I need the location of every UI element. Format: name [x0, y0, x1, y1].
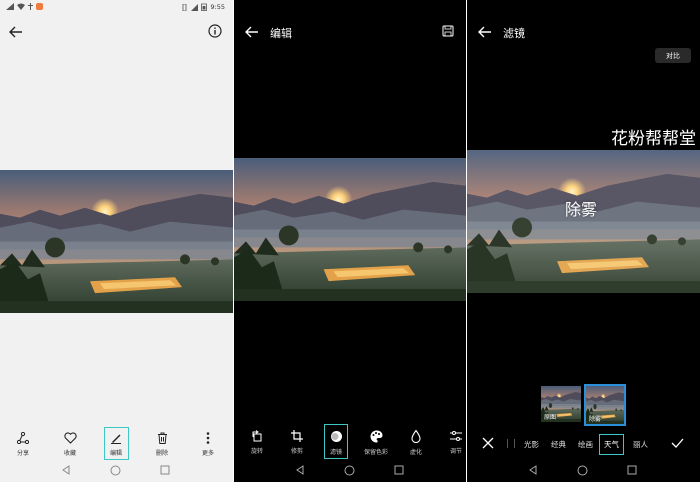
- color-retain-button[interactable]: 保留色彩: [359, 430, 393, 456]
- wifi-icon: [17, 3, 25, 10]
- nav-recents-icon[interactable]: [160, 465, 170, 475]
- category-classic[interactable]: 经典: [551, 439, 566, 450]
- system-nav-bar: [467, 463, 700, 479]
- rotate-button[interactable]: 旋转: [240, 430, 274, 455]
- status-bar: 9:55: [0, 0, 233, 14]
- crop-label: 修剪: [290, 448, 303, 455]
- share-label: 分享: [16, 450, 29, 457]
- back-arrow-icon[interactable]: [477, 24, 493, 40]
- scroll-edge-indicator: [507, 439, 515, 448]
- info-icon[interactable]: [207, 23, 223, 39]
- watermark-text: 花粉帮帮堂: [611, 129, 696, 149]
- favorite-label: 收藏: [63, 450, 76, 457]
- share-icon: [17, 432, 29, 444]
- adjust-label: 调节: [449, 448, 462, 455]
- gallery-view-panel: 9:55 分享 收藏 编辑 删除 更多: [0, 0, 233, 482]
- nav-home-icon[interactable]: [110, 465, 121, 476]
- nav-recents-icon[interactable]: [394, 465, 404, 475]
- filter-thumb-dehaze[interactable]: 除雾: [584, 384, 626, 426]
- filter-name-overlay: 除雾: [565, 200, 598, 219]
- favorite-button[interactable]: 收藏: [53, 432, 87, 457]
- nav-recents-icon[interactable]: [627, 465, 637, 475]
- thumb-label: 原图: [544, 414, 557, 421]
- status-time: 9:55: [210, 3, 225, 11]
- photo-image[interactable]: 除雾: [467, 150, 700, 293]
- drop-icon: [411, 430, 421, 443]
- page-title: 编辑: [270, 27, 292, 40]
- nav-back-icon[interactable]: [528, 465, 538, 475]
- back-arrow-icon[interactable]: [8, 24, 24, 40]
- notification-icon: [36, 3, 43, 10]
- edit-label: 编辑: [109, 450, 122, 457]
- heart-icon: [63, 432, 77, 444]
- page-title: 滤镜: [503, 27, 525, 40]
- palette-icon: [370, 430, 382, 443]
- category-painting[interactable]: 绘画: [578, 439, 593, 450]
- system-nav-bar: [234, 463, 466, 479]
- filter-label: 滤镜: [329, 449, 342, 456]
- category-beauty[interactable]: 丽人: [633, 439, 648, 450]
- system-nav-bar: [0, 463, 233, 479]
- delete-button[interactable]: 删除: [145, 432, 179, 457]
- more-button[interactable]: 更多: [191, 432, 225, 457]
- edit-button[interactable]: 编辑: [99, 432, 133, 457]
- filter-thumb-original[interactable]: 原图: [541, 386, 581, 422]
- crop-button[interactable]: 修剪: [280, 430, 314, 455]
- vibrate-icon: [182, 3, 187, 11]
- nav-home-icon[interactable]: [344, 465, 355, 476]
- filter-view-panel: 滤镜 对比 花粉帮帮堂 除雾 原图 除雾 光影 经典 绘画 天气 丽人: [467, 0, 700, 482]
- usb-icon: [28, 3, 33, 10]
- edit-view-panel: 编辑 旋转 修剪 滤镜 保留色彩 虚化 调节: [234, 0, 466, 482]
- share-button[interactable]: 分享: [6, 432, 40, 457]
- photo-image[interactable]: [234, 158, 466, 301]
- rotate-icon: [252, 430, 262, 442]
- category-light[interactable]: 光影: [524, 439, 539, 450]
- compare-button[interactable]: 对比: [655, 48, 691, 63]
- confirm-check-icon[interactable]: [670, 436, 684, 450]
- save-icon[interactable]: [440, 23, 456, 39]
- nav-back-icon[interactable]: [61, 465, 71, 475]
- photo-image[interactable]: [0, 170, 233, 313]
- nav-home-icon[interactable]: [577, 465, 588, 476]
- rotate-label: 旋转: [250, 448, 263, 455]
- color-retain-label: 保留色彩: [363, 449, 388, 456]
- blur-label: 虚化: [409, 449, 422, 456]
- crop-icon: [291, 430, 303, 442]
- thumb-label: 除雾: [589, 416, 602, 423]
- more-label: 更多: [201, 450, 214, 457]
- adjust-button[interactable]: 调节: [439, 430, 466, 455]
- filter-button[interactable]: 滤镜: [319, 430, 353, 456]
- nav-back-icon[interactable]: [295, 465, 305, 475]
- signal-bars-icon: [191, 3, 199, 11]
- delete-label: 删除: [155, 450, 168, 457]
- back-arrow-icon[interactable]: [244, 24, 260, 40]
- sliders-icon: [450, 431, 462, 441]
- battery-icon: [201, 3, 208, 11]
- more-vertical-icon: [206, 432, 210, 444]
- category-weather[interactable]: 天气: [599, 434, 624, 455]
- trash-icon: [157, 432, 167, 444]
- signal-icon: [6, 3, 14, 10]
- blur-button[interactable]: 虚化: [399, 430, 433, 456]
- cancel-icon[interactable]: [481, 436, 495, 450]
- pencil-icon: [111, 434, 121, 444]
- filter-icon: [330, 431, 342, 442]
